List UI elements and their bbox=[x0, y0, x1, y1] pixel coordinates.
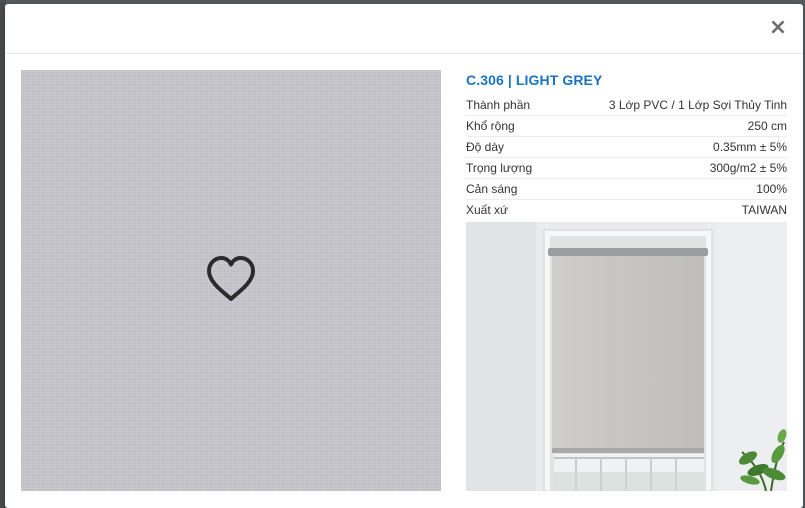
fabric-swatch-image bbox=[21, 70, 441, 491]
spec-row-composition: Thành phần 3 Lớp PVC / 1 Lớp Sợi Thủy Ti… bbox=[466, 95, 787, 116]
favorite-heart-icon[interactable] bbox=[205, 255, 257, 303]
spec-value: 250 cm bbox=[552, 115, 787, 137]
product-title: C.306 | LIGHT GREY bbox=[466, 72, 603, 88]
close-button[interactable]: × bbox=[768, 16, 788, 40]
close-icon: × bbox=[768, 15, 788, 40]
spec-label: Xuất xứ bbox=[466, 203, 509, 217]
spec-value: 100% bbox=[552, 178, 787, 200]
spec-label: Trọng lượng bbox=[466, 157, 553, 179]
spec-label: Độ dày bbox=[466, 136, 553, 158]
spec-table: Thành phần 3 Lớp PVC / 1 Lớp Sợi Thủy Ti… bbox=[466, 95, 787, 220]
spec-value: 3 Lớp PVC / 1 Lớp Sợi Thủy Tinh bbox=[552, 95, 787, 116]
spec-value: 300g/m2 ± 5% bbox=[552, 157, 787, 179]
product-info: C.306 | LIGHT GREY Thành phần 3 Lớp PVC … bbox=[466, 70, 787, 220]
spec-label: Thành phần bbox=[466, 95, 553, 116]
spec-value: 0.35mm ± 5% bbox=[552, 136, 787, 158]
spec-row-width: Khổ rộng 250 cm bbox=[466, 115, 787, 137]
spec-label: Cản sáng bbox=[466, 178, 553, 200]
product-modal: × C.306 | LIGHT GREY Thành phần 3 Lớp PV… bbox=[5, 4, 803, 508]
spec-row-weight: Trọng lượng 300g/m2 ± 5% bbox=[466, 157, 787, 179]
spec-row-origin: Xuất xứ TAIWAN bbox=[466, 200, 787, 221]
modal-header: × bbox=[5, 4, 803, 54]
roller-blind-room-photo bbox=[466, 222, 787, 491]
spec-row-thickness: Độ dày 0.35mm ± 5% bbox=[466, 136, 787, 158]
spec-row-blackout: Cản sáng 100% bbox=[466, 178, 787, 200]
spec-label: Khổ rộng bbox=[466, 115, 553, 137]
spec-value: TAIWAN bbox=[741, 203, 787, 217]
room-illustration bbox=[466, 222, 787, 491]
